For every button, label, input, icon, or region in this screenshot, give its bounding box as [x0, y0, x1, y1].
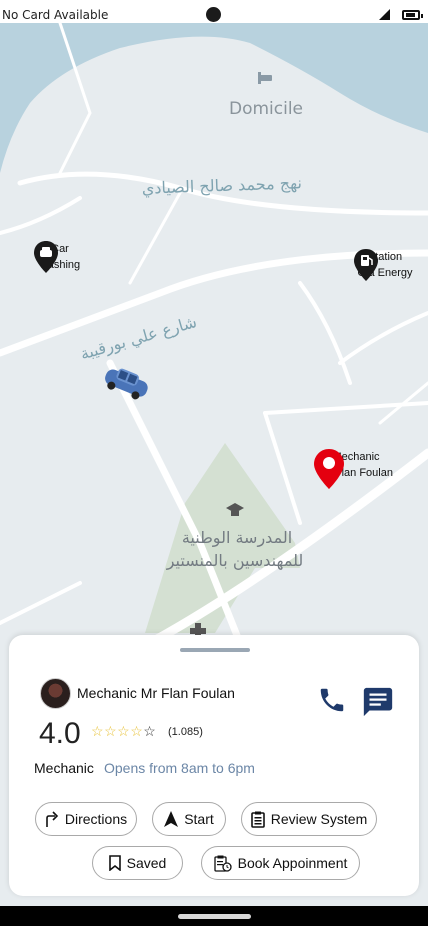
star-rating: ☆☆☆☆☆	[91, 723, 156, 740]
message-icon[interactable]	[361, 685, 395, 719]
marker-mechanic[interactable]: Mechanic Mr Flan Foulan	[314, 449, 398, 489]
review-system-label: Review System	[270, 811, 368, 827]
map-label-street-1: نهج محمد صالح الصيادي	[141, 173, 302, 199]
directions-label: Directions	[64, 811, 128, 827]
map-label-school-line1: المدرسة الوطنية	[182, 528, 292, 548]
opening-hours: Opens from 8am to 6pm	[104, 760, 255, 776]
book-appointment-label: Book Appoinment	[237, 855, 348, 871]
marker-station[interactable]: Station Ola Energy	[354, 249, 416, 281]
carrier-status: No Card Available	[2, 8, 109, 22]
star-icon: ☆	[91, 723, 105, 739]
review-count: (1.085)	[168, 726, 203, 738]
star-icon: ☆	[117, 723, 131, 739]
book-appointment-button[interactable]: Book Appoinment	[201, 846, 360, 880]
fuel-pin-icon	[354, 249, 378, 281]
place-category: Mechanic	[34, 760, 94, 776]
location-pin-icon	[314, 449, 344, 489]
map-label-school-line2: للمهندسين بالمنستير	[166, 551, 304, 571]
clipboard-icon	[250, 811, 265, 828]
appointment-icon	[213, 855, 232, 872]
camera-cutout	[206, 7, 221, 22]
home-gesture-handle[interactable]	[178, 914, 251, 919]
car-icon	[105, 368, 148, 400]
start-label: Start	[184, 811, 214, 827]
rating-value: 4.0	[39, 717, 81, 750]
marker-car-washing[interactable]: Car washing	[34, 241, 86, 273]
directions-button[interactable]: Directions	[35, 802, 137, 836]
saved-button[interactable]: Saved	[92, 846, 183, 880]
star-icon: ☆	[130, 723, 144, 739]
avatar	[40, 678, 71, 709]
place-detail-sheet: Mechanic Mr Flan Foulan 4.0 ☆☆☆☆☆ (1.085…	[9, 635, 419, 896]
system-navigation-bar	[0, 906, 428, 926]
battery-icon	[402, 10, 423, 20]
hotel-icon	[258, 72, 272, 84]
signal-icon	[379, 9, 390, 20]
phone-icon[interactable]	[317, 685, 347, 715]
turn-right-arrow-icon	[46, 811, 59, 827]
review-system-button[interactable]: Review System	[241, 802, 377, 836]
saved-label: Saved	[126, 855, 167, 871]
star-icon: ☆	[143, 723, 157, 739]
car-wash-pin-icon	[34, 241, 58, 273]
star-icon: ☆	[104, 723, 118, 739]
start-button[interactable]: Start	[152, 802, 226, 836]
map-label-domicile: Domicile	[229, 99, 303, 119]
place-name: Mechanic Mr Flan Foulan	[77, 685, 235, 701]
bookmark-icon	[108, 855, 121, 871]
navigation-arrow-icon	[164, 811, 179, 827]
status-bar: No Card Available	[0, 0, 428, 23]
drag-handle[interactable]	[180, 648, 250, 652]
